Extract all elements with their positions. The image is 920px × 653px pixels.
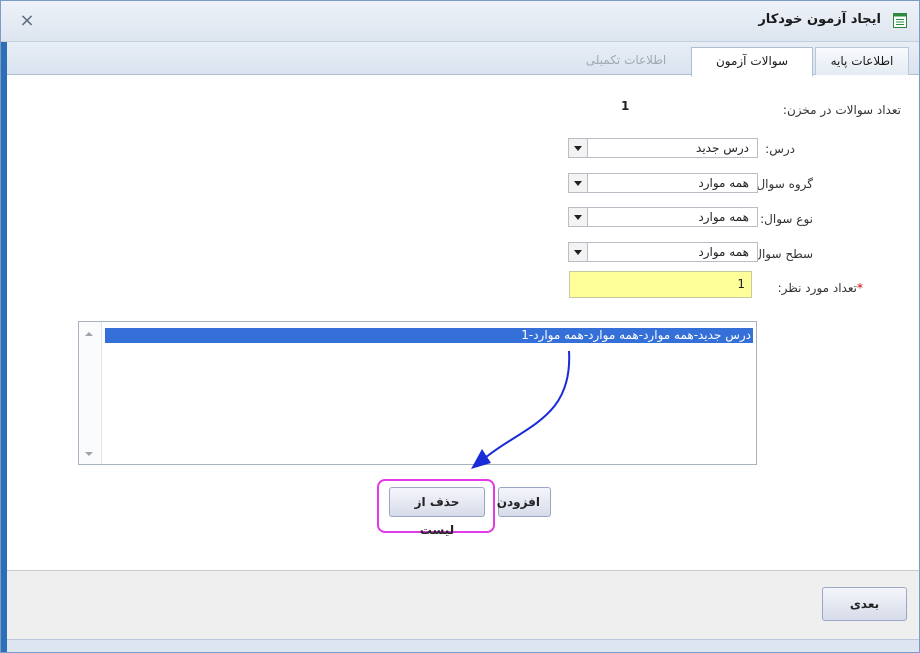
dialog-footer xyxy=(7,570,919,641)
next-button[interactable]: بعدی xyxy=(822,587,907,621)
window-bottom-edge xyxy=(7,639,919,652)
dialog-window: × ایجاد آزمون خودکار اطلاعات پایه سوالات… xyxy=(0,0,920,653)
annotation-arrow xyxy=(471,350,571,469)
add-button[interactable]: افزودن xyxy=(497,487,551,517)
remove-from-list-button[interactable]: حذف از لیست xyxy=(389,487,485,537)
